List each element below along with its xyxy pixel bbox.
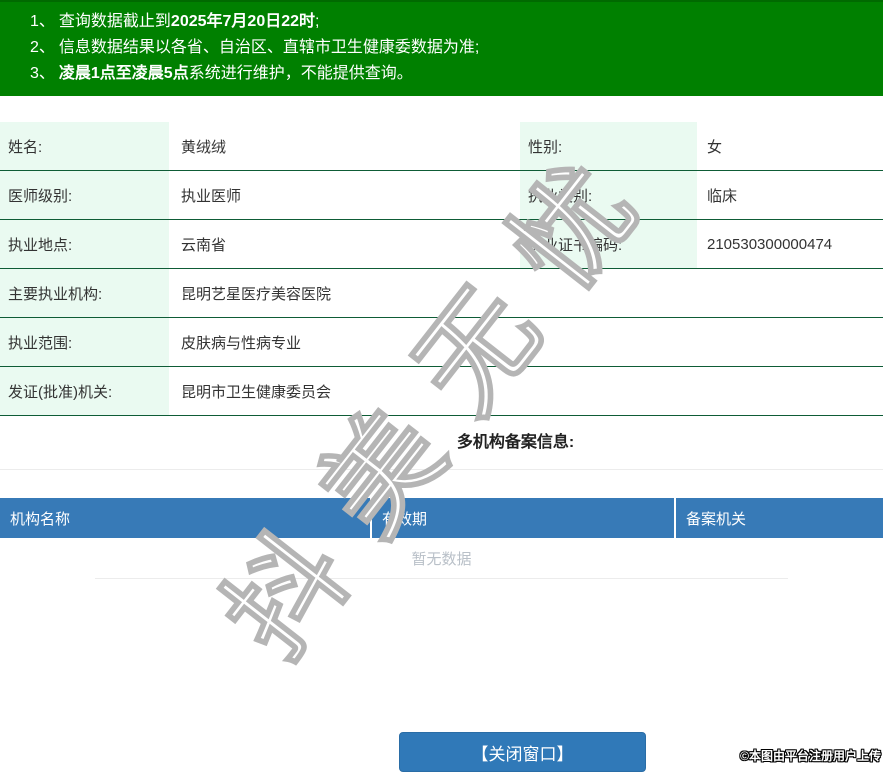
field-value-doctor-level: 执业医师 — [181, 187, 242, 205]
notice-number: 3、 — [30, 65, 55, 82]
notice-number: 2、 — [30, 39, 55, 56]
column-header-institution-name: 机构名称 — [0, 498, 370, 538]
table-row: 医师级别: 执业医师 执业类别: 临床 — [0, 171, 883, 220]
column-header-validity-period: 有效期 — [372, 498, 674, 538]
field-label-practice-scope: 执业范围: — [0, 318, 169, 366]
field-label-doctor-level: 医师级别: — [0, 171, 169, 219]
field-value-main-institution: 昆明艺星医疗美容医院 — [181, 285, 332, 303]
field-value-certificate-number: 210530300000474 — [707, 235, 833, 253]
notice-text-bold: 凌晨1点至凌晨5点 — [58, 65, 189, 82]
field-label-gender: 性别: — [520, 122, 697, 170]
table-row: 主要执业机构: 昆明艺星医疗美容医院 — [0, 269, 883, 318]
notice-line-1: 1、 查询数据截止到2025年7月20日22时; — [30, 9, 873, 35]
field-value-gender: 女 — [707, 138, 723, 156]
table-row: 姓名: 黄绒绒 性别: 女 — [0, 122, 883, 171]
empty-data-message: 暂无数据 — [95, 538, 788, 579]
notice-banner: 1、 查询数据截止到2025年7月20日22时; 2、 信息数据结果以各省、自治区、… — [0, 0, 883, 96]
field-value-practice-category: 临床 — [707, 187, 738, 205]
field-value-issuing-authority: 昆明市卫生健康委员会 — [181, 383, 332, 401]
column-header-filing-authority: 备案机关 — [676, 498, 883, 538]
field-label-name: 姓名: — [0, 122, 169, 170]
notice-number: 1、 — [30, 13, 55, 30]
section-title-multi-institution: 多机构备案信息: — [0, 416, 883, 470]
field-label-practice-category: 执业类别: — [520, 171, 697, 219]
notice-line-3: 3、 凌晨1点至凌晨5点系统进行维护，不能提供查询。 — [30, 61, 873, 87]
field-label-issuing-authority: 发证(批准)机关: — [0, 367, 169, 415]
notice-text: ; — [315, 13, 320, 30]
notice-line-2: 2、 信息数据结果以各省、自治区、直辖市卫生健康委数据为准; — [30, 35, 873, 61]
field-label-practice-location: 执业地点: — [0, 220, 169, 268]
table-row: 执业地点: 云南省 执业证书编码: 210530300000474 — [0, 220, 883, 269]
field-value-practice-location: 云南省 — [181, 236, 227, 254]
registry-table-header: 机构名称 有效期 备案机关 — [0, 498, 883, 538]
table-row: 执业范围: 皮肤病与性病专业 — [0, 318, 883, 367]
notice-text: 系统进行维护，不能提供查询。 — [188, 65, 413, 82]
field-label-main-institution: 主要执业机构: — [0, 269, 169, 317]
notice-text: 查询数据截止到 — [58, 13, 171, 30]
field-label-certificate-number: 执业证书编码: — [520, 220, 697, 268]
upload-credit-text: ©本图由平台注册用户上传 — [740, 749, 881, 763]
close-window-button[interactable]: 【关闭窗口】 — [399, 732, 646, 772]
table-row: 发证(批准)机关: 昆明市卫生健康委员会 — [0, 367, 883, 416]
notice-text: 信息数据结果以各省、自治区、直辖市卫生健康委数据为准; — [58, 39, 480, 56]
practitioner-info-table: 姓名: 黄绒绒 性别: 女 医师级别: 执业医师 执业类别: 临床 执业地点: … — [0, 122, 883, 416]
notice-text-bold: 2025年7月20日22时 — [170, 13, 316, 30]
field-value-name: 黄绒绒 — [181, 138, 227, 156]
field-value-practice-scope: 皮肤病与性病专业 — [181, 334, 302, 352]
